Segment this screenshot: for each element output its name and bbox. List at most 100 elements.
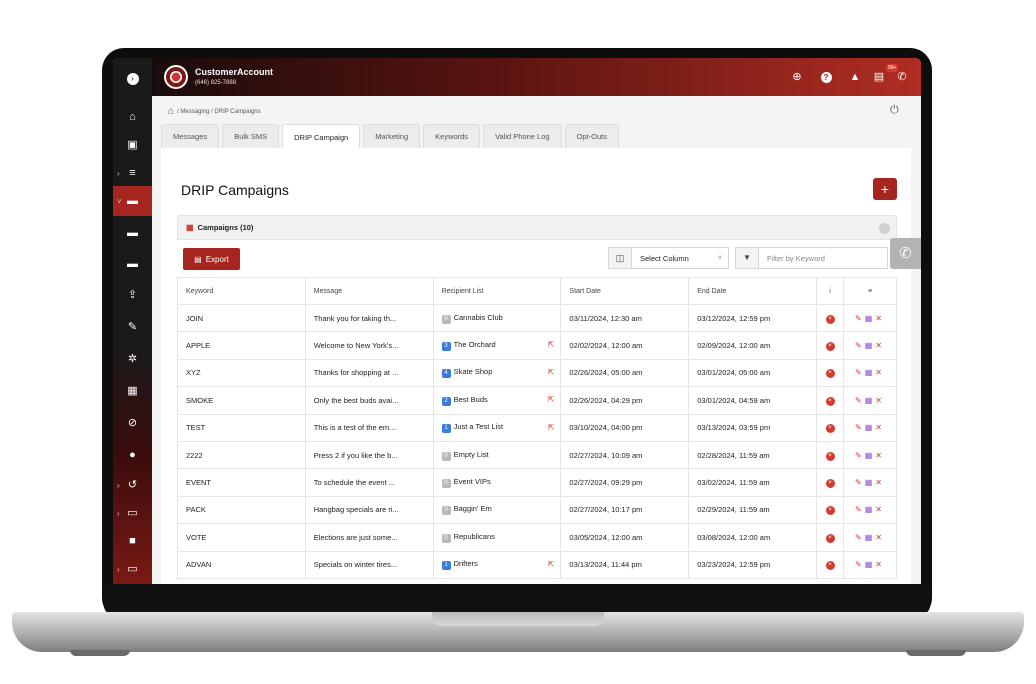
delete-icon[interactable]: ✕: [875, 396, 882, 405]
delete-icon[interactable]: ✕: [875, 560, 882, 569]
column-header-keyword[interactable]: Keyword: [177, 277, 306, 305]
table-row[interactable]: SMOKE Only the best buds avai... 2 Best B…: [177, 386, 897, 415]
qr-code-icon[interactable]: ▦: [865, 341, 873, 350]
qr-code-icon[interactable]: ▦: [865, 505, 873, 514]
table-row[interactable]: JOIN Thank you for taking th... 0 Cannabi…: [177, 303, 897, 333]
bell-icon[interactable]: ▲: [847, 69, 863, 85]
table-row[interactable]: PACK Hangbag specials are ri... 0 Baggin'…: [177, 495, 897, 525]
inactive-status-icon[interactable]: ×: [825, 533, 835, 543]
columns-icon[interactable]: ◫: [608, 247, 632, 269]
sidebar-item-conversations[interactable]: ●: [113, 440, 152, 470]
globe-icon[interactable]: ⊕: [789, 69, 805, 85]
delete-icon[interactable]: ✕: [875, 314, 882, 323]
select-column-dropdown[interactable]: Select Column ˅: [631, 247, 729, 269]
sidebar-item-billing[interactable]: › ▭: [113, 498, 152, 528]
table-row[interactable]: VOTE Elections are just some... 0 Republi…: [177, 523, 897, 552]
delete-icon[interactable]: ✕: [875, 451, 882, 460]
delete-icon[interactable]: ✕: [875, 533, 882, 542]
table-row[interactable]: ADVAN Specials on winter tires... 1 Drift…: [177, 550, 897, 579]
edit-icon[interactable]: ✎: [855, 451, 862, 460]
qr-code-icon[interactable]: ▦: [865, 423, 873, 432]
sidebar-item-tools[interactable]: ✎: [113, 312, 152, 342]
external-link-icon[interactable]: ⇱: [548, 423, 555, 432]
inactive-status-icon[interactable]: ×: [825, 424, 835, 434]
delete-icon[interactable]: ✕: [875, 423, 882, 432]
qr-code-icon[interactable]: ▦: [865, 560, 873, 569]
external-link-icon[interactable]: ⇱: [548, 340, 555, 349]
edit-icon[interactable]: ✎: [855, 478, 862, 487]
sidebar-toggle-button[interactable]: ›: [113, 64, 152, 94]
sidebar-item-blocked[interactable]: ⊘: [113, 408, 152, 438]
edit-icon[interactable]: ✎: [855, 368, 862, 377]
export-button[interactable]: ▤ Export: [183, 248, 240, 270]
sidebar-item-settings[interactable]: ✲: [113, 344, 152, 374]
inactive-status-icon[interactable]: ×: [825, 451, 835, 461]
messages-icon[interactable]: ▤: [871, 69, 887, 85]
delete-icon[interactable]: ✕: [875, 341, 882, 350]
qr-code-icon[interactable]: ▦: [865, 478, 873, 487]
sidebar-item-messaging[interactable]: ˅ ▬: [113, 186, 152, 216]
sidebar-item-notes[interactable]: ■: [113, 526, 152, 556]
table-row[interactable]: APPLE Welcome to New York's... 3 The Orch…: [177, 331, 897, 360]
tab-keywords[interactable]: Keywords: [423, 124, 481, 148]
external-link-icon[interactable]: ⇱: [548, 560, 555, 569]
home-icon[interactable]: ⌂: [168, 106, 174, 117]
inactive-status-icon[interactable]: ×: [825, 342, 835, 352]
sidebar-item-history[interactable]: › ↺: [113, 470, 152, 500]
inactive-status-icon[interactable]: ×: [825, 561, 835, 571]
tab-bulk-sms[interactable]: Bulk SMS: [222, 124, 280, 148]
add-campaign-button[interactable]: +: [873, 178, 897, 200]
sidebar-item-home[interactable]: ⌂: [113, 102, 152, 132]
sidebar-item-menu[interactable]: › ≡: [113, 158, 152, 188]
tab-messages[interactable]: Messages: [161, 124, 220, 148]
sidebar-item-upload[interactable]: ⇪: [113, 280, 152, 310]
edit-icon[interactable]: ✎: [855, 423, 862, 432]
inactive-status-icon[interactable]: ×: [825, 396, 835, 406]
breadcrumb-text[interactable]: / Messaging / DRIP Campaigns: [177, 109, 261, 115]
tab-marketing[interactable]: Marketing: [363, 124, 421, 148]
sidebar-item-contacts[interactable]: ▣: [113, 130, 152, 160]
filter-keyword-input[interactable]: Filter by Keyword: [758, 247, 888, 269]
tab-valid-phone-log[interactable]: Valid Phone Log: [483, 124, 562, 148]
table-row[interactable]: 2222 Press 2 if you like the b... 0 Empty…: [177, 440, 897, 470]
table-row[interactable]: TEST This is a test of the em... 1 Just a…: [177, 413, 897, 442]
column-header-actions[interactable]: ≡: [843, 277, 897, 305]
qr-code-icon[interactable]: ▦: [865, 533, 873, 542]
column-header-message[interactable]: Message: [304, 277, 434, 305]
inactive-status-icon[interactable]: ×: [825, 479, 835, 489]
floating-call-button[interactable]: ✆: [890, 238, 921, 269]
table-row[interactable]: XYZ Thanks for shopping at ... 4 Skate Sh…: [177, 358, 897, 388]
power-icon[interactable]: ⏻: [890, 104, 899, 117]
sidebar-item-calculator[interactable]: ▦: [113, 376, 152, 406]
tab-opt-outs[interactable]: Opt-Outs: [564, 124, 619, 148]
delete-icon[interactable]: ✕: [875, 505, 882, 514]
edit-icon[interactable]: ✎: [855, 560, 862, 569]
column-header-recipient-list[interactable]: Recipient List: [432, 277, 562, 305]
delete-icon[interactable]: ✕: [875, 368, 882, 377]
inactive-status-icon[interactable]: ×: [825, 369, 835, 379]
table-row[interactable]: EVENT To schedule the event ... 0 Event V…: [177, 468, 897, 497]
column-header-start-date[interactable]: Start Date: [560, 277, 690, 305]
qr-code-icon[interactable]: ▦: [865, 368, 873, 377]
column-header-end-date[interactable]: End Date: [688, 277, 818, 305]
edit-icon[interactable]: ✎: [855, 505, 862, 514]
external-link-icon[interactable]: ⇱: [548, 368, 555, 377]
external-link-icon[interactable]: ⇱: [548, 395, 555, 404]
help-icon[interactable]: ?: [818, 69, 834, 85]
sidebar-item-sms[interactable]: ▬: [113, 249, 152, 279]
inactive-status-icon[interactable]: ×: [825, 314, 835, 324]
edit-icon[interactable]: ✎: [855, 396, 862, 405]
qr-code-icon[interactable]: ▦: [865, 451, 873, 460]
sidebar-item-chat[interactable]: ▬: [113, 218, 152, 248]
qr-code-icon[interactable]: ▦: [865, 314, 873, 323]
edit-icon[interactable]: ✎: [855, 314, 862, 323]
phone-icon[interactable]: ✆: [894, 69, 910, 85]
inactive-status-icon[interactable]: ×: [825, 506, 835, 516]
sidebar-item-display[interactable]: › ▭: [113, 554, 152, 584]
delete-icon[interactable]: ✕: [875, 478, 882, 487]
edit-icon[interactable]: ✎: [855, 533, 862, 542]
edit-icon[interactable]: ✎: [855, 341, 862, 350]
tab-drip-campaign[interactable]: DRIP Campaign: [282, 124, 361, 149]
qr-code-icon[interactable]: ▦: [865, 396, 873, 405]
avatar[interactable]: [164, 65, 188, 89]
